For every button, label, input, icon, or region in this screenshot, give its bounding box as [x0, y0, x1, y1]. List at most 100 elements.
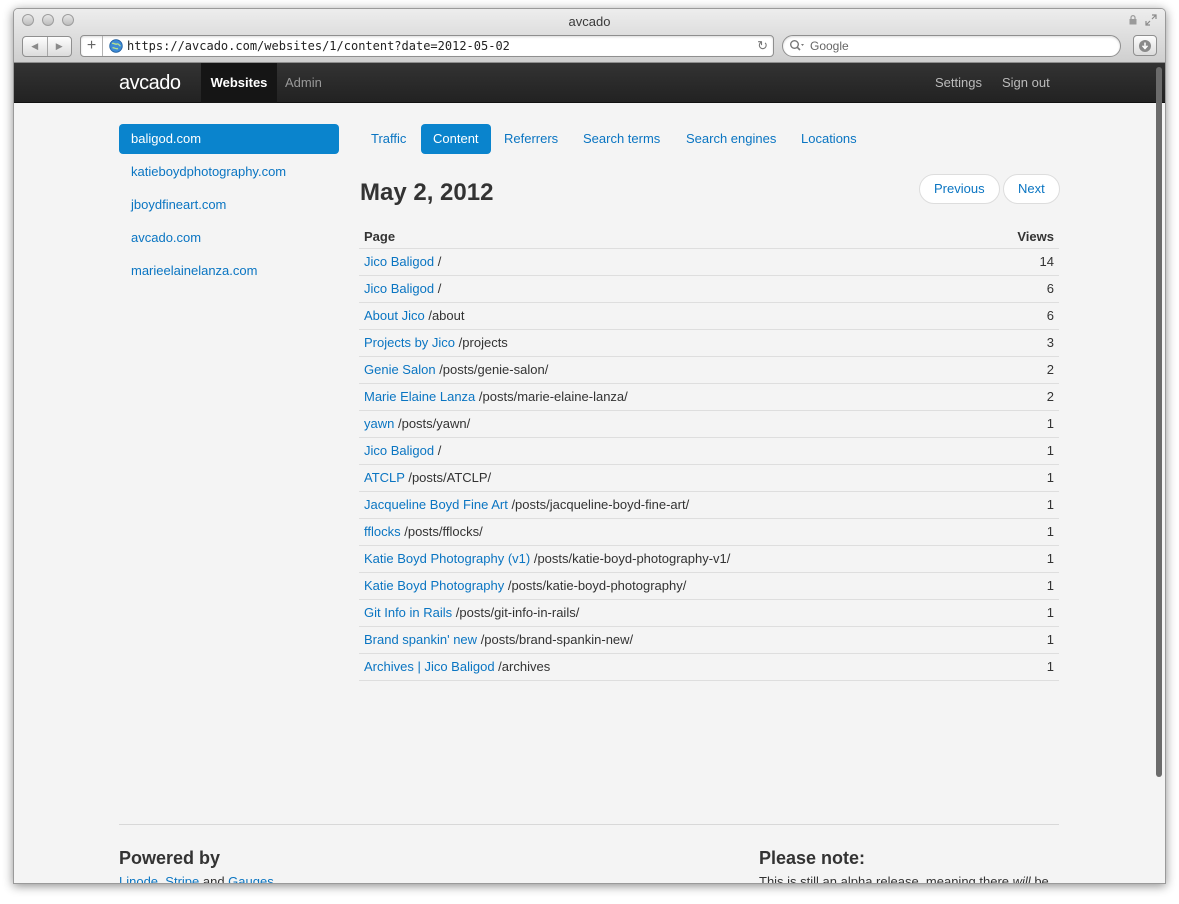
page-cell: Git Info in Rails /posts/git-info-in-rai…: [359, 600, 979, 626]
views-count: 2: [1046, 362, 1054, 377]
table-row: ATCLP /posts/ATCLP/1: [359, 465, 1059, 492]
page-path: /posts/katie-boyd-photography-v1/: [533, 551, 731, 566]
fullscreen-icon[interactable]: [1145, 14, 1157, 26]
page-cell: yawn /posts/yawn/: [359, 411, 979, 437]
views-count: 1: [1046, 632, 1054, 647]
page-title-link[interactable]: ATCLP: [364, 470, 405, 485]
lock-icon: [1129, 15, 1137, 25]
views-count: 6: [1046, 281, 1054, 296]
table-row: Git Info in Rails /posts/git-info-in-rai…: [359, 600, 1059, 627]
page-title-link[interactable]: Katie Boyd Photography (v1): [364, 551, 530, 566]
views-count: 1: [1046, 470, 1054, 485]
app-navbar: avcado Websites Admin Settings Sign out: [14, 63, 1165, 103]
forward-icon[interactable]: ▶: [46, 37, 72, 56]
page-path: /posts/katie-boyd-photography/: [507, 578, 687, 593]
note-text-end: be: [1030, 874, 1049, 884]
nav-websites[interactable]: Websites: [201, 63, 277, 103]
website-item-katieboydphotography[interactable]: katieboydphotography.com: [119, 157, 339, 187]
search-icon: [790, 40, 804, 51]
nav-sign-out[interactable]: Sign out: [1002, 63, 1050, 103]
views-count: 1: [1046, 443, 1054, 458]
tab-locations[interactable]: Locations: [789, 124, 869, 154]
views-count: 1: [1046, 605, 1054, 620]
views-count: 1: [1046, 416, 1054, 431]
nav-settings[interactable]: Settings: [935, 63, 982, 103]
brand-logo[interactable]: avcado: [119, 72, 181, 95]
window-title: avcado: [568, 14, 611, 29]
page-title-link[interactable]: Katie Boyd Photography: [364, 578, 504, 593]
tab-search-engines[interactable]: Search engines: [674, 124, 788, 154]
address-bar[interactable]: + https://avcado.com/websites/1/content?…: [80, 35, 774, 57]
views-count: 1: [1046, 497, 1054, 512]
globe-icon: [109, 39, 123, 53]
page-title-link[interactable]: Jico Baligod: [364, 281, 434, 296]
table-row: Katie Boyd Photography (v1) /posts/katie…: [359, 546, 1059, 573]
page-path: /posts/ATCLP/: [408, 470, 492, 485]
reload-icon[interactable]: ↻: [757, 38, 768, 54]
page-path: /posts/jacqueline-boyd-fine-art/: [511, 497, 690, 512]
note-text-start: This is still an alpha release, meaning …: [759, 874, 1013, 884]
page-title-link[interactable]: Jacqueline Boyd Fine Art: [364, 497, 508, 512]
separator-text: and: [199, 874, 229, 884]
powered-by-heading: Powered by: [119, 848, 221, 868]
back-icon[interactable]: ◀: [23, 37, 47, 56]
page-cell: About Jico /about: [359, 303, 979, 329]
table-row: fflocks /posts/fflocks/1: [359, 519, 1059, 546]
table-row: Projects by Jico /projects 3: [359, 330, 1059, 357]
search-field[interactable]: Google: [782, 35, 1121, 57]
page-title-link[interactable]: Jico Baligod: [364, 443, 434, 458]
page-title-link[interactable]: About Jico: [364, 308, 425, 323]
page-cell: Marie Elaine Lanza /posts/marie-elaine-l…: [359, 384, 979, 410]
page-path: /posts/fflocks/: [404, 524, 483, 539]
next-button[interactable]: Next: [1003, 174, 1060, 204]
page-title-link[interactable]: Jico Baligod: [364, 254, 434, 269]
website-item-marieelainelanza[interactable]: marieelainelanza.com: [119, 256, 339, 286]
page-title-link[interactable]: Projects by Jico: [364, 335, 455, 350]
page-path: /: [437, 443, 442, 458]
alpha-note-text: This is still an alpha release, meaning …: [759, 874, 1049, 884]
website-item-jboydfineart[interactable]: jboydfineart.com: [119, 190, 339, 220]
website-item-baligod[interactable]: baligod.com: [119, 124, 339, 154]
page-cell: Genie Salon /posts/genie-salon/: [359, 357, 979, 383]
tab-content[interactable]: Content: [421, 124, 491, 154]
previous-button[interactable]: Previous: [919, 174, 1000, 204]
page-title-link[interactable]: yawn: [364, 416, 394, 431]
please-note-heading: Please note:: [759, 848, 866, 868]
page-title-link[interactable]: Genie Salon: [364, 362, 436, 377]
add-bookmark-icon[interactable]: +: [81, 36, 103, 56]
page-title-link[interactable]: fflocks: [364, 524, 401, 539]
page-title-link[interactable]: Archives | Jico Baligod: [364, 659, 495, 674]
table-row: Archives | Jico Baligod /archives 1: [359, 654, 1059, 681]
gauges-link[interactable]: Gauges: [228, 874, 274, 883]
page-path: /posts/git-info-in-rails/: [455, 605, 580, 620]
browser-titlebar: avcado ◀ ▶ + https://avcado.com/websites…: [14, 9, 1165, 63]
url-text[interactable]: https://avcado.com/websites/1/content?da…: [127, 39, 510, 53]
website-item-avcado[interactable]: avcado.com: [119, 223, 339, 253]
page-title-link[interactable]: Marie Elaine Lanza: [364, 389, 475, 404]
stripe-link[interactable]: Stripe: [165, 874, 199, 883]
page-path: /projects: [458, 335, 508, 350]
page-path: /posts/brand-spankin-new/: [480, 632, 634, 647]
tab-referrers[interactable]: Referrers: [492, 124, 570, 154]
table-row: About Jico /about 6: [359, 303, 1059, 330]
page-path: /posts/genie-salon/: [439, 362, 549, 377]
browser-window: avcado ◀ ▶ + https://avcado.com/websites…: [13, 8, 1166, 884]
table-row: Jacqueline Boyd Fine Art /posts/jacqueli…: [359, 492, 1059, 519]
scrollbar-thumb[interactable]: [1156, 67, 1162, 777]
downloads-button[interactable]: [1133, 35, 1157, 56]
nav-admin[interactable]: Admin: [285, 63, 322, 103]
linode-link[interactable]: Linode: [119, 874, 158, 883]
table-row: Jico Baligod / 6: [359, 276, 1059, 303]
scrollbar[interactable]: [1153, 63, 1165, 883]
page-title-link[interactable]: Brand spankin' new: [364, 632, 477, 647]
views-count: 2: [1046, 389, 1054, 404]
column-header-page: Page: [364, 229, 396, 244]
page-cell: Brand spankin' new /posts/brand-spankin-…: [359, 627, 979, 653]
page-title-link[interactable]: Git Info in Rails: [364, 605, 452, 620]
note-text-emphasis: will: [1012, 874, 1031, 884]
tab-search-terms[interactable]: Search terms: [571, 124, 672, 154]
page-cell: Jico Baligod /: [359, 276, 979, 302]
page-path: /: [437, 254, 442, 269]
page-path: /: [437, 281, 442, 296]
tab-traffic[interactable]: Traffic: [359, 124, 418, 154]
